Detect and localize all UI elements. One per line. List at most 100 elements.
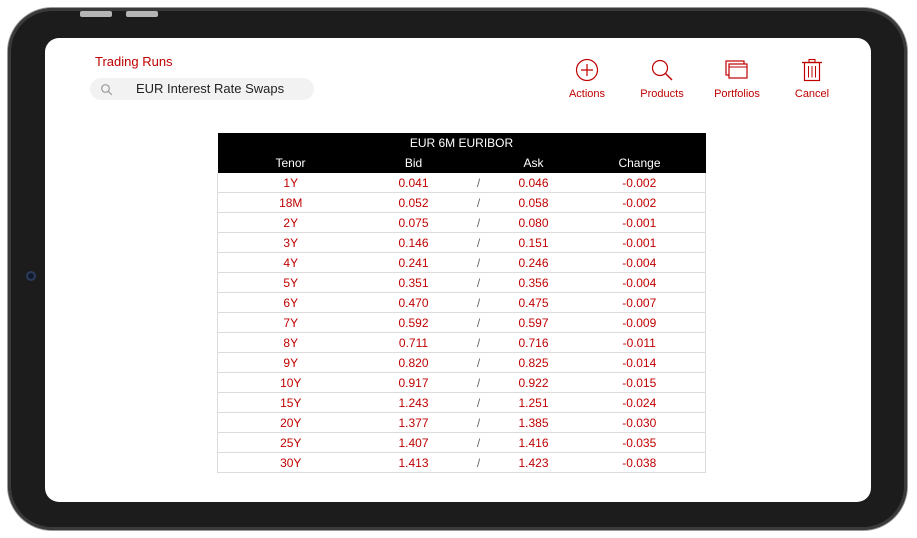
table-row[interactable]: 5Y 0.351/0.356 -0.004 [217, 272, 706, 293]
bid-cell: 0.592 [363, 312, 464, 333]
table-row[interactable]: 4Y 0.241/0.246 -0.004 [217, 252, 706, 273]
actions-button[interactable]: Actions [552, 58, 622, 100]
separator-cell: / [463, 412, 494, 433]
tenor-cell: 3Y [217, 232, 364, 253]
search-icon [101, 84, 113, 96]
tenor-cell: 4Y [217, 252, 364, 273]
bid-cell: 0.711 [363, 332, 464, 353]
separator-cell: / [463, 392, 494, 413]
app-screen: Trading Runs EUR Interest Rate Swaps Act… [45, 38, 871, 502]
ask-cell: 0.475 [493, 292, 574, 313]
tenor-cell: 5Y [217, 272, 364, 293]
front-camera [26, 271, 36, 281]
separator-cell: / [463, 332, 494, 353]
ask-cell: 0.825 [493, 352, 574, 373]
table-row[interactable]: 7Y 0.592/0.597 -0.009 [217, 312, 706, 333]
ask-cell: 1.251 [493, 392, 574, 413]
separator-cell: / [463, 312, 494, 333]
ask-cell: 1.416 [493, 432, 574, 453]
column-header-change: Change [573, 153, 706, 173]
ask-cell: 0.922 [493, 372, 574, 393]
separator-cell: / [463, 173, 494, 193]
bid-cell: 0.146 [363, 232, 464, 253]
search-input-value[interactable]: EUR Interest Rate Swaps [136, 81, 284, 96]
tenor-cell: 7Y [217, 312, 364, 333]
ask-cell: 0.597 [493, 312, 574, 333]
separator-cell: / [463, 272, 494, 293]
tenor-cell: 18M [217, 192, 364, 213]
hardware-button [80, 11, 112, 17]
bid-cell: 0.241 [363, 252, 464, 273]
change-cell: -0.015 [573, 372, 706, 393]
tenor-cell: 15Y [217, 392, 364, 413]
tenor-cell: 8Y [217, 332, 364, 353]
bid-cell: 1.413 [363, 452, 464, 473]
change-cell: -0.002 [573, 192, 706, 213]
column-header-separator [463, 153, 494, 173]
table-row[interactable]: 18M 0.052/0.058 -0.002 [217, 192, 706, 213]
tenor-cell: 10Y [217, 372, 364, 393]
table-row[interactable]: 10Y 0.917/0.922 -0.015 [217, 372, 706, 393]
portfolios-button[interactable]: Portfolios [702, 58, 772, 100]
tenor-cell: 30Y [217, 452, 364, 473]
stacked-windows-icon [725, 60, 748, 79]
change-cell: -0.004 [573, 252, 706, 273]
change-cell: -0.009 [573, 312, 706, 333]
change-cell: -0.038 [573, 452, 706, 473]
separator-cell: / [463, 432, 494, 453]
bid-cell: 1.243 [363, 392, 464, 413]
trash-icon [802, 58, 822, 82]
change-cell: -0.014 [573, 352, 706, 373]
cancel-label: Cancel [794, 88, 830, 100]
bid-cell: 0.917 [363, 372, 464, 393]
magnifier-icon [651, 59, 673, 81]
ask-cell: 0.716 [493, 332, 574, 353]
products-label: Products [640, 88, 684, 100]
bid-cell: 0.075 [363, 212, 464, 233]
cancel-button[interactable]: Cancel [777, 58, 847, 100]
table-row[interactable]: 8Y 0.711/0.716 -0.011 [217, 332, 706, 353]
ask-cell: 0.058 [493, 192, 574, 213]
separator-cell: / [463, 292, 494, 313]
table-row[interactable]: 9Y 0.820/0.825 -0.014 [217, 352, 706, 373]
actions-label: Actions [568, 88, 606, 100]
tenor-cell: 6Y [217, 292, 364, 313]
bid-cell: 0.041 [363, 173, 464, 193]
separator-cell: / [463, 252, 494, 273]
bid-cell: 0.470 [363, 292, 464, 313]
search-field[interactable]: EUR Interest Rate Swaps [90, 78, 314, 100]
page-title: Trading Runs [95, 54, 173, 69]
ask-cell: 1.385 [493, 412, 574, 433]
ask-cell: 0.246 [493, 252, 574, 273]
table-row[interactable]: 6Y 0.470/0.475 -0.007 [217, 292, 706, 313]
column-header-ask: Ask [493, 153, 574, 173]
change-cell: -0.011 [573, 332, 706, 353]
change-cell: -0.001 [573, 232, 706, 253]
change-cell: -0.002 [573, 173, 706, 193]
table-row[interactable]: 1Y 0.041/0.046 -0.002 [217, 173, 706, 193]
change-cell: -0.035 [573, 432, 706, 453]
products-button[interactable]: Products [627, 58, 697, 100]
plus-circle-icon [575, 58, 599, 82]
table-row[interactable]: 3Y 0.146/0.151 -0.001 [217, 232, 706, 253]
tenor-cell: 1Y [217, 173, 364, 193]
ask-cell: 0.080 [493, 212, 574, 233]
table-row[interactable]: 2Y 0.075/0.080 -0.001 [217, 212, 706, 233]
table-row[interactable]: 20Y 1.377/1.385 -0.030 [217, 412, 706, 433]
table-row[interactable]: 15Y 1.243/1.251 -0.024 [217, 392, 706, 413]
bid-cell: 1.377 [363, 412, 464, 433]
table-row[interactable]: 30Y 1.413/1.423 -0.038 [217, 452, 706, 473]
separator-cell: / [463, 352, 494, 373]
ask-cell: 0.151 [493, 232, 574, 253]
separator-cell: / [463, 372, 494, 393]
ask-cell: 1.423 [493, 452, 574, 473]
tenor-cell: 9Y [217, 352, 364, 373]
tenor-cell: 20Y [217, 412, 364, 433]
tenor-cell: 2Y [217, 212, 364, 233]
table-row[interactable]: 25Y 1.407/1.416 -0.035 [217, 432, 706, 453]
separator-cell: / [463, 452, 494, 473]
bid-cell: 1.407 [363, 432, 464, 453]
ask-cell: 0.356 [493, 272, 574, 293]
change-cell: -0.024 [573, 392, 706, 413]
table-title: EUR 6M EURIBOR [217, 133, 706, 153]
